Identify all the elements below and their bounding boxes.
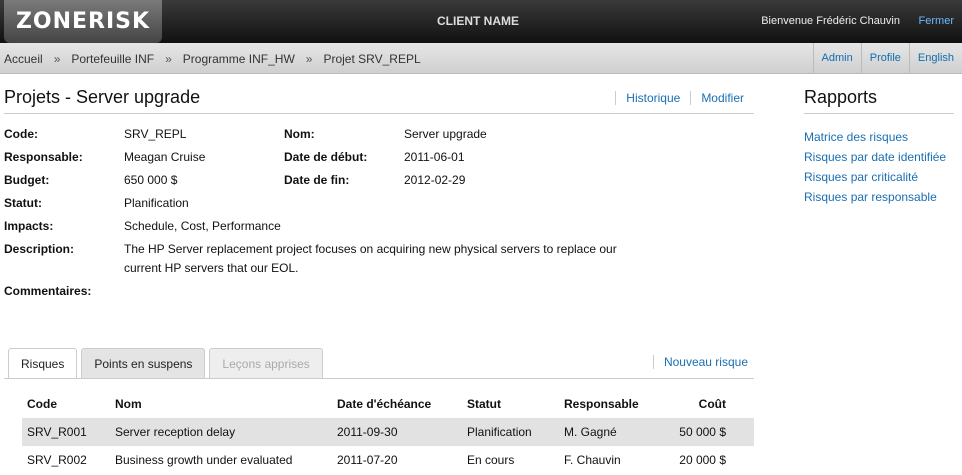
cell-code: SRV_R001: [22, 418, 110, 446]
name-label: Nom:: [284, 127, 315, 141]
impacts-label: Impacts:: [4, 219, 54, 233]
end-date-value: 2012-02-29: [404, 173, 466, 187]
breadcrumb-item-projet: Projet SRV_REPL: [323, 52, 421, 66]
start-date-label: Date de début:: [284, 150, 368, 164]
description-line-1: The HP Server replacement project focuse…: [124, 242, 617, 256]
logout-link[interactable]: Fermer: [919, 15, 954, 27]
breadcrumb-bar: Accueil » Portefeuille INF » Programme INF_H…: [0, 43, 962, 74]
cell-status: Planification: [462, 418, 559, 446]
cell-owner: F. Chauvin: [564, 453, 621, 467]
cell-owner: M. Gagné: [559, 418, 669, 446]
breadcrumb: Accueil » Portefeuille INF » Programme INF_H…: [4, 52, 421, 66]
title-actions: Historique Modifier: [615, 91, 754, 105]
col-header-name[interactable]: Nom: [110, 390, 332, 418]
owner-label: Responsable:: [4, 150, 83, 164]
reports-list: Matrice des risques Risques par date ide…: [804, 127, 946, 207]
profile-link[interactable]: Profile: [860, 43, 909, 74]
breadcrumb-separator: »: [305, 52, 313, 66]
top-nav: Admin Profile English: [812, 43, 962, 74]
description-label: Description:: [4, 242, 75, 256]
status-label: Statut:: [4, 196, 42, 210]
admin-link[interactable]: Admin: [812, 43, 861, 74]
welcome-text: Bienvenue Frédéric Chauvin: [761, 15, 900, 27]
col-header-due-date[interactable]: Date d'échéance: [332, 390, 462, 418]
breadcrumb-separator: »: [165, 52, 172, 66]
tab-points-en-suspens[interactable]: Points en suspens: [81, 348, 206, 378]
cell-cost: 20 000 $: [679, 453, 726, 467]
breadcrumb-separator: »: [53, 52, 61, 66]
col-header-status[interactable]: Statut: [462, 390, 559, 418]
breadcrumb-item-programme[interactable]: Programme INF_HW: [183, 52, 295, 66]
reports-divider: [804, 113, 954, 114]
cell-cost: 50 000 $: [669, 418, 754, 446]
edit-link[interactable]: Modifier: [690, 91, 754, 105]
table-row[interactable]: SRV_R002 Business growth under evaluated…: [22, 446, 754, 474]
end-date-label: Date de fin:: [284, 173, 350, 187]
reports-title: Rapports: [804, 87, 878, 107]
budget-value: 650 000 $: [124, 173, 178, 187]
report-risk-matrix-link[interactable]: Matrice des risques: [804, 127, 946, 147]
owner-value: Meagan Cruise: [124, 150, 206, 164]
start-date-value: 2011-06-01: [404, 150, 465, 164]
report-by-date-link[interactable]: Risques par date identifiée: [804, 147, 946, 167]
report-by-owner-link[interactable]: Risques par responsable: [804, 187, 946, 207]
code-value: SRV_REPL: [124, 127, 187, 141]
budget-label: Budget:: [4, 173, 50, 187]
cell-name: Business growth under evaluated: [115, 453, 293, 467]
cell-status: En cours: [467, 453, 515, 467]
title-divider: [4, 113, 754, 114]
col-header-code[interactable]: Code: [22, 390, 110, 418]
page-title: Projets - Server upgrade: [4, 87, 201, 107]
report-by-criticality-link[interactable]: Risques par criticalité: [804, 167, 946, 187]
breadcrumb-item-portefeuille[interactable]: Portefeuille INF: [71, 52, 154, 66]
code-label: Code:: [4, 127, 38, 141]
app-logo[interactable]: ZONERISK: [4, 0, 162, 43]
language-link[interactable]: English: [908, 43, 962, 74]
col-header-owner[interactable]: Responsable: [559, 390, 669, 418]
table-header-row: Code Nom Date d'échéance Statut Responsa…: [22, 390, 754, 418]
description-line-2: current HP servers that our EOL.: [124, 261, 299, 275]
history-link[interactable]: Historique: [615, 91, 690, 105]
name-value: Server upgrade: [404, 127, 487, 141]
impacts-value: Schedule, Cost, Performance: [124, 219, 281, 233]
tab-risques[interactable]: Risques: [8, 348, 78, 379]
risks-table: Code Nom Date d'échéance Statut Responsa…: [22, 390, 754, 474]
tab-lecons-apprises: Leçons apprises: [209, 348, 323, 378]
status-value: Planification: [124, 196, 189, 210]
cell-name: Server reception delay: [110, 418, 332, 446]
new-risk-link[interactable]: Nouveau risque: [652, 355, 748, 369]
cell-code: SRV_R002: [27, 453, 87, 467]
top-bar: ZONERISK CLIENT NAME Bienvenue Frédéric …: [0, 0, 962, 43]
table-row[interactable]: SRV_R001 Server reception delay 2011-09-…: [22, 418, 754, 446]
tabs-divider: [4, 378, 754, 379]
col-header-cost[interactable]: Coût: [669, 390, 754, 418]
breadcrumb-item-accueil[interactable]: Accueil: [4, 52, 43, 66]
client-name: CLIENT NAME: [437, 14, 519, 28]
cell-due-date: 2011-07-20: [337, 453, 398, 467]
comments-label: Commentaires:: [4, 284, 92, 298]
tab-bar: Risques Points en suspens Leçons apprise…: [8, 348, 327, 379]
cell-due-date: 2011-09-30: [332, 418, 462, 446]
